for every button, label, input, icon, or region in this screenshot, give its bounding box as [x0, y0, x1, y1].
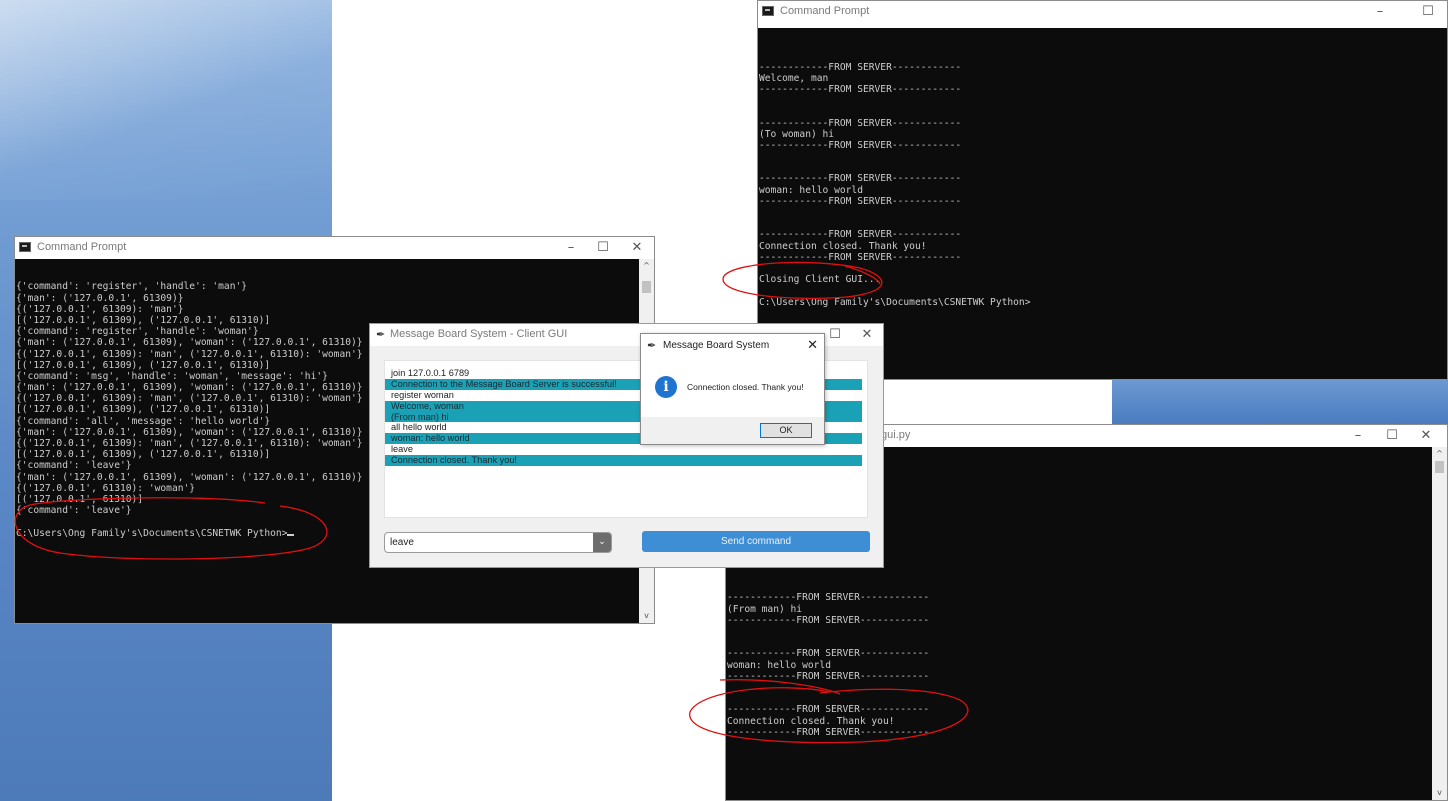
title-bar[interactable]: ✒ Message Board System ✕: [641, 334, 824, 358]
window-title: Message Board System - Client GUI: [390, 328, 568, 340]
dialog-body: i Connection closed. Thank you!: [641, 358, 824, 417]
window-title: Command Prompt: [780, 5, 870, 17]
log-entry: Connection closed. Thank you!: [385, 455, 862, 467]
wallpaper-glow: [0, 0, 332, 200]
console-line: Connection closed. Thank you!: [759, 240, 927, 252]
scroll-down-icon[interactable]: v: [1432, 786, 1447, 800]
console-line: ------------FROM SERVER------------: [759, 83, 962, 95]
console-line: woman: hello world: [759, 184, 863, 196]
maximize-button[interactable]: ☐: [825, 327, 845, 342]
close-button[interactable]: ✕: [627, 240, 647, 255]
console-line: ------------FROM SERVER------------: [727, 592, 930, 604]
ok-button[interactable]: OK: [760, 423, 812, 438]
scroll-down-icon[interactable]: v: [639, 609, 654, 623]
window-title: gui.py: [881, 429, 911, 441]
feather-icon: ✒: [376, 328, 386, 341]
console-line: woman: hello world: [727, 659, 831, 671]
scroll-up-icon[interactable]: ^: [639, 259, 654, 273]
console-line: ------------FROM SERVER------------: [727, 648, 930, 660]
console-line: ------------FROM SERVER------------: [759, 229, 962, 241]
title-bar[interactable]: Command Prompt – ☐ ✕: [15, 237, 654, 259]
dialog-title: Message Board System: [663, 340, 770, 351]
maximize-button[interactable]: ☐: [1418, 4, 1438, 19]
console-line: (To woman) hi: [759, 128, 835, 140]
console-line: ------------FROM SERVER------------: [759, 251, 962, 263]
minimize-button[interactable]: –: [1348, 428, 1368, 443]
title-bar[interactable]: Command Prompt – ☐: [758, 1, 1447, 23]
console-lines: ------------FROM SERVER------------ Welco…: [759, 50, 1447, 308]
cmd-icon: [762, 6, 774, 16]
maximize-button[interactable]: ☐: [593, 240, 613, 255]
info-dialog[interactable]: ✒ Message Board System ✕ i Connection cl…: [640, 333, 825, 445]
console-line: {'man': ('127.0.0.1', 61309)}: [16, 292, 184, 304]
send-command-button[interactable]: Send command: [642, 531, 870, 552]
console-line: ------------FROM SERVER------------: [759, 195, 962, 207]
console-line: ------------FROM SERVER------------: [759, 117, 962, 129]
log-entry: leave: [391, 444, 413, 455]
close-button[interactable]: ✕: [857, 327, 877, 342]
minimize-button[interactable]: –: [1370, 4, 1390, 19]
feather-icon: ✒: [647, 339, 657, 352]
scrollbar[interactable]: ^ v: [1432, 447, 1447, 800]
console-line: Connection closed. Thank you!: [727, 715, 895, 727]
minimize-button[interactable]: –: [561, 240, 581, 255]
console-line: ------------FROM SERVER------------: [759, 139, 962, 151]
close-button[interactable]: ✕: [1416, 428, 1436, 443]
console-line: (From man) hi: [727, 603, 803, 615]
console-line: Closing Client GUI...: [759, 274, 881, 286]
command-combobox[interactable]: leave ⌄: [384, 532, 612, 553]
console-line: ------------FROM SERVER------------: [759, 173, 962, 185]
maximize-button[interactable]: ☐: [1382, 428, 1402, 443]
console-line: ------------FROM SERVER------------: [759, 61, 962, 73]
scroll-thumb[interactable]: [1435, 461, 1444, 473]
console-line: ------------FROM SERVER------------: [727, 614, 930, 626]
console-line: ------------FROM SERVER------------: [727, 670, 930, 682]
window-title: Command Prompt: [37, 241, 127, 253]
scroll-thumb[interactable]: [642, 281, 651, 293]
cmd-icon: [19, 242, 31, 252]
close-button[interactable]: ✕: [807, 338, 818, 353]
console-line: C:\Users\Ong Family's\Documents\CSNETWK …: [759, 296, 1031, 308]
console-line: Welcome, man: [759, 72, 829, 84]
desktop-wallpaper-strip: [1112, 378, 1448, 424]
info-icon: i: [655, 376, 677, 398]
command-input[interactable]: leave: [390, 537, 414, 548]
console-line: {'command': 'register', 'handle': 'man'}: [16, 281, 248, 293]
dialog-message: Connection closed. Thank you!: [687, 382, 804, 392]
console-line: ------------FROM SERVER------------: [727, 704, 930, 716]
console-line: {('127.0.0.1', 61309): 'man'}: [16, 303, 184, 315]
chevron-down-icon[interactable]: ⌄: [593, 533, 611, 552]
console-line: ------------FROM SERVER------------: [727, 726, 930, 738]
scroll-up-icon[interactable]: ^: [1432, 447, 1447, 461]
text-cursor: [287, 533, 295, 536]
